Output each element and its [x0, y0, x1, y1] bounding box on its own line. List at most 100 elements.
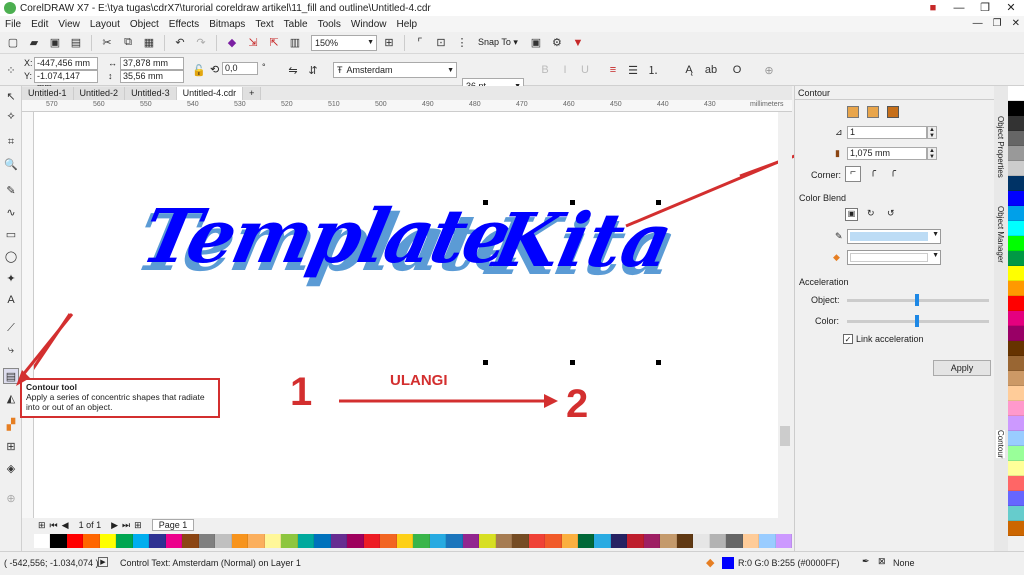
palette-swatch[interactable]: [1008, 401, 1024, 416]
palette-swatch[interactable]: [297, 534, 315, 548]
palette-swatch[interactable]: [1008, 296, 1024, 311]
palette-swatch[interactable]: [1008, 446, 1024, 461]
palette-swatch[interactable]: [1008, 476, 1024, 491]
palette-swatch[interactable]: [1008, 221, 1024, 236]
palette-swatch[interactable]: [380, 534, 397, 548]
link-accel-checkbox[interactable]: ✓: [843, 334, 853, 344]
palette-swatch[interactable]: [1008, 491, 1024, 506]
palette-swatch[interactable]: [215, 534, 232, 548]
palette-swatch[interactable]: [281, 534, 298, 548]
add-page-end-icon[interactable]: ⊞: [134, 520, 142, 531]
palette-swatch[interactable]: [1008, 236, 1024, 251]
palette-swatch[interactable]: [1008, 311, 1024, 326]
fill-color-picker[interactable]: ▼: [847, 250, 941, 265]
palette-swatch[interactable]: [545, 534, 562, 548]
tab-object-properties[interactable]: Object Properties: [996, 116, 1005, 178]
palette-swatch[interactable]: [165, 534, 183, 548]
tab-object-manager[interactable]: Object Manager: [996, 206, 1005, 263]
palette-swatch[interactable]: [198, 534, 216, 548]
palette-swatch[interactable]: [1008, 146, 1024, 161]
palette-swatch[interactable]: [66, 534, 84, 548]
status-expand-icon[interactable]: ▶: [98, 557, 108, 567]
palette-swatch[interactable]: [512, 534, 529, 548]
offset-field[interactable]: 1,075 mm: [847, 147, 927, 160]
palette-swatch[interactable]: [577, 534, 595, 548]
outline-color-picker[interactable]: ▼: [847, 229, 941, 244]
palette-swatch[interactable]: [660, 534, 677, 548]
corner-round-icon[interactable]: ╭: [865, 166, 881, 182]
palette-swatch[interactable]: [594, 534, 611, 548]
palette-swatch[interactable]: [643, 534, 661, 548]
palette-swatch[interactable]: [149, 534, 166, 548]
next-page-icon[interactable]: ▶: [111, 520, 118, 531]
counterclockwise-blend-icon[interactable]: ↺: [887, 208, 895, 219]
offset-spinner[interactable]: ▲ ▼: [927, 147, 937, 160]
corner-mitered-icon[interactable]: ⌐: [845, 166, 861, 182]
palette-swatch[interactable]: [248, 534, 265, 548]
palette-swatch[interactable]: [413, 534, 430, 548]
apply-button[interactable]: Apply: [933, 360, 991, 376]
palette-swatch[interactable]: [742, 534, 760, 548]
palette-swatch[interactable]: [1008, 356, 1024, 371]
palette-swatch[interactable]: [627, 534, 644, 548]
palette-swatch[interactable]: [99, 534, 117, 548]
palette-swatch[interactable]: [1008, 86, 1024, 101]
palette-swatch[interactable]: [132, 534, 150, 548]
palette-swatch[interactable]: [775, 534, 793, 548]
palette-swatch[interactable]: [264, 534, 282, 548]
add-page-icon[interactable]: ⊞: [38, 520, 46, 531]
palette-swatch[interactable]: [1008, 341, 1024, 356]
palette-swatch[interactable]: [1008, 431, 1024, 446]
palette-swatch[interactable]: [759, 534, 776, 548]
palette-swatch[interactable]: [347, 534, 364, 548]
palette-swatch[interactable]: [1008, 326, 1024, 341]
palette-swatch[interactable]: [1008, 116, 1024, 131]
vertical-color-palette[interactable]: [1008, 86, 1024, 551]
palette-swatch[interactable]: [1008, 281, 1024, 296]
palette-swatch[interactable]: [528, 534, 546, 548]
inside-icon[interactable]: [867, 106, 879, 118]
palette-swatch[interactable]: [1008, 521, 1024, 536]
first-page-icon[interactable]: ⏮: [50, 520, 58, 531]
palette-swatch[interactable]: [1008, 251, 1024, 266]
color-palette[interactable]: [34, 534, 793, 548]
palette-swatch[interactable]: [693, 534, 710, 548]
palette-swatch[interactable]: [1008, 266, 1024, 281]
palette-swatch[interactable]: [561, 534, 578, 548]
palette-swatch[interactable]: [1008, 161, 1024, 176]
steps-field[interactable]: 1: [847, 126, 927, 139]
last-page-icon[interactable]: ⏭: [122, 520, 130, 531]
palette-swatch[interactable]: [479, 534, 496, 548]
palette-swatch[interactable]: [709, 534, 727, 548]
palette-swatch[interactable]: [446, 534, 463, 548]
palette-swatch[interactable]: [1008, 206, 1024, 221]
palette-swatch[interactable]: [462, 534, 480, 548]
palette-swatch[interactable]: [396, 534, 414, 548]
color-accel-thumb[interactable]: [915, 315, 919, 327]
palette-swatch[interactable]: [363, 534, 381, 548]
tab-contour[interactable]: Contour: [996, 430, 1005, 459]
palette-swatch[interactable]: [1008, 506, 1024, 521]
palette-swatch[interactable]: [116, 534, 133, 548]
palette-swatch[interactable]: [1008, 416, 1024, 431]
scroll-thumb[interactable]: [780, 426, 790, 446]
prev-page-icon[interactable]: ◀: [62, 520, 69, 531]
palette-swatch[interactable]: [34, 534, 51, 548]
palette-swatch[interactable]: [314, 534, 331, 548]
corner-bevel-icon[interactable]: ╭: [885, 166, 901, 182]
steps-spinner[interactable]: ▲ ▼: [927, 126, 937, 139]
palette-swatch[interactable]: [1008, 386, 1024, 401]
linear-blend-icon[interactable]: ▣: [845, 208, 858, 221]
object-accel-thumb[interactable]: [915, 294, 919, 306]
vertical-scrollbar[interactable]: [778, 112, 792, 518]
to-center-icon[interactable]: [847, 106, 859, 118]
palette-swatch[interactable]: [330, 534, 348, 548]
palette-swatch[interactable]: [610, 534, 628, 548]
palette-swatch[interactable]: [1008, 176, 1024, 191]
palette-swatch[interactable]: [1008, 101, 1024, 116]
palette-swatch[interactable]: [676, 534, 694, 548]
palette-swatch[interactable]: [231, 534, 249, 548]
palette-swatch[interactable]: [50, 534, 67, 548]
palette-swatch[interactable]: [1008, 461, 1024, 476]
palette-swatch[interactable]: [83, 534, 100, 548]
